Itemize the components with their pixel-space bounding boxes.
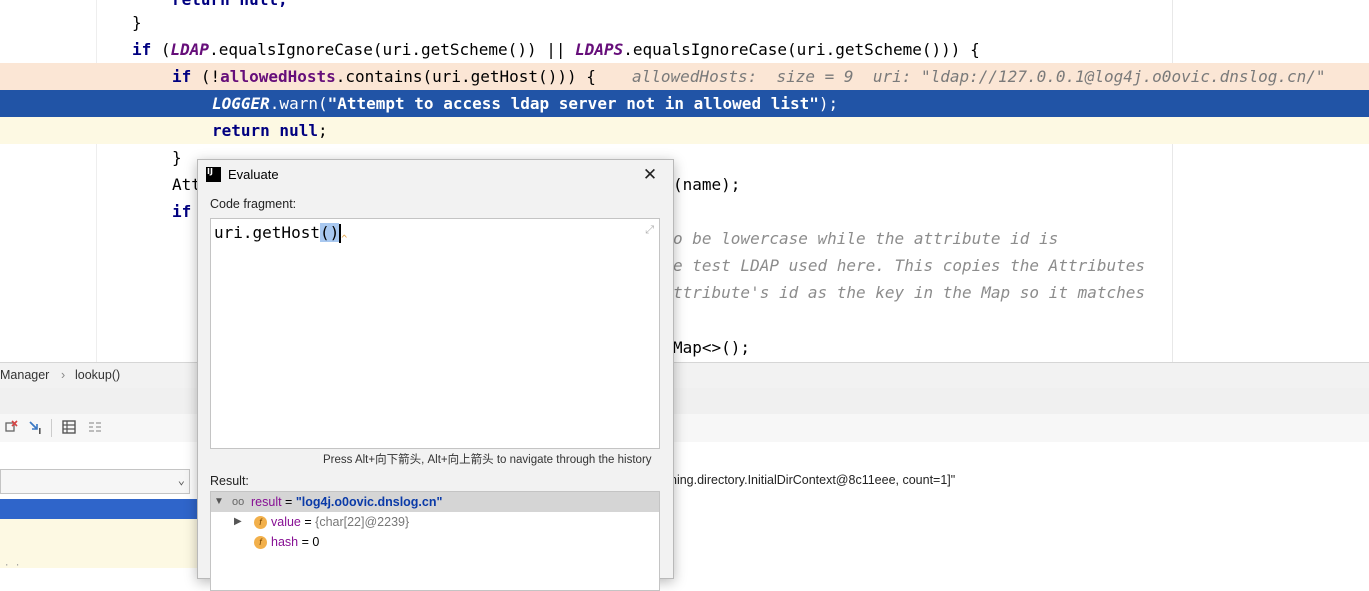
code-fragment-input[interactable]: uri.getHost() ^ ⤢ [210,218,660,449]
breadcrumb-item-manager[interactable]: Manager [0,368,49,382]
watch-glasses-icon: oo [232,496,245,508]
history-hint: Press Alt+向下箭头, Alt+向上箭头 to navigate thr… [323,454,652,466]
code-line[interactable]: if (LDAP.equalsIgnoreCase(uri.getScheme(… [0,36,1369,63]
tree-row-value[interactable]: ▶ f value = {char[22]@2239} [211,512,659,532]
inline-debug-hint: allowedHosts: size = 9 uri: "ldap://127.… [632,67,1326,86]
chevron-down-icon: ⌄ [177,473,185,487]
selected-code-line[interactable]: LOGGER.warn("Attempt to access ldap serv… [0,90,1369,117]
field-icon: f [254,536,267,549]
intellij-logo-icon: IJ [206,167,221,182]
drop-frame-icon[interactable] [2,419,20,437]
frame-marker-icon: · · [4,561,21,571]
intention-marker-icon: ^ [341,234,348,246]
tree-row-hash[interactable]: f hash = 0 [211,532,659,552]
stack-frame-list[interactable]: · · [0,519,198,571]
selected-stack-frame[interactable] [0,499,198,519]
field-icon: f [254,516,267,529]
result-tree[interactable]: ▼ oo result = "log4j.o0ovic.dnslog.cn" ▶… [210,491,660,591]
code-fragment-text[interactable]: uri.getHost() ^ [214,223,347,245]
matched-parens: () [319,223,340,242]
trace-lines-icon[interactable] [86,419,104,437]
execution-line[interactable]: if (!allowedHosts.contains(uri.getHost()… [0,63,1369,90]
code-line[interactable]: return null; [0,117,1369,144]
run-to-cursor-icon[interactable] [27,419,45,437]
evaluate-dialog: IJ Evaluate ✕ Code fragment: uri.getHost… [197,159,674,591]
variable-value-text[interactable]: ning.directory.InitialDirContext@8c11eee… [670,473,955,487]
dialog-title: Evaluate [228,167,279,182]
expand-icon[interactable]: ⤢ [645,224,654,237]
code-line[interactable]: } [0,9,1369,36]
breadcrumb-item-lookup[interactable]: lookup() [75,368,120,382]
expanded-triangle-icon[interactable]: ▼ [214,492,224,512]
thread-selector[interactable]: ⌄ [0,469,190,494]
close-icon[interactable]: ✕ [638,163,662,187]
tree-row-result[interactable]: ▼ oo result = "log4j.o0ovic.dnslog.cn" [211,492,659,512]
breadcrumb-separator: › [61,368,66,382]
evaluate-table-icon[interactable] [60,419,78,437]
collapsed-triangle-icon[interactable]: ▶ [234,512,242,532]
toolbar-divider [51,419,52,437]
result-label: Result: [210,474,249,488]
code-fragment-label: Code fragment: [210,197,297,211]
